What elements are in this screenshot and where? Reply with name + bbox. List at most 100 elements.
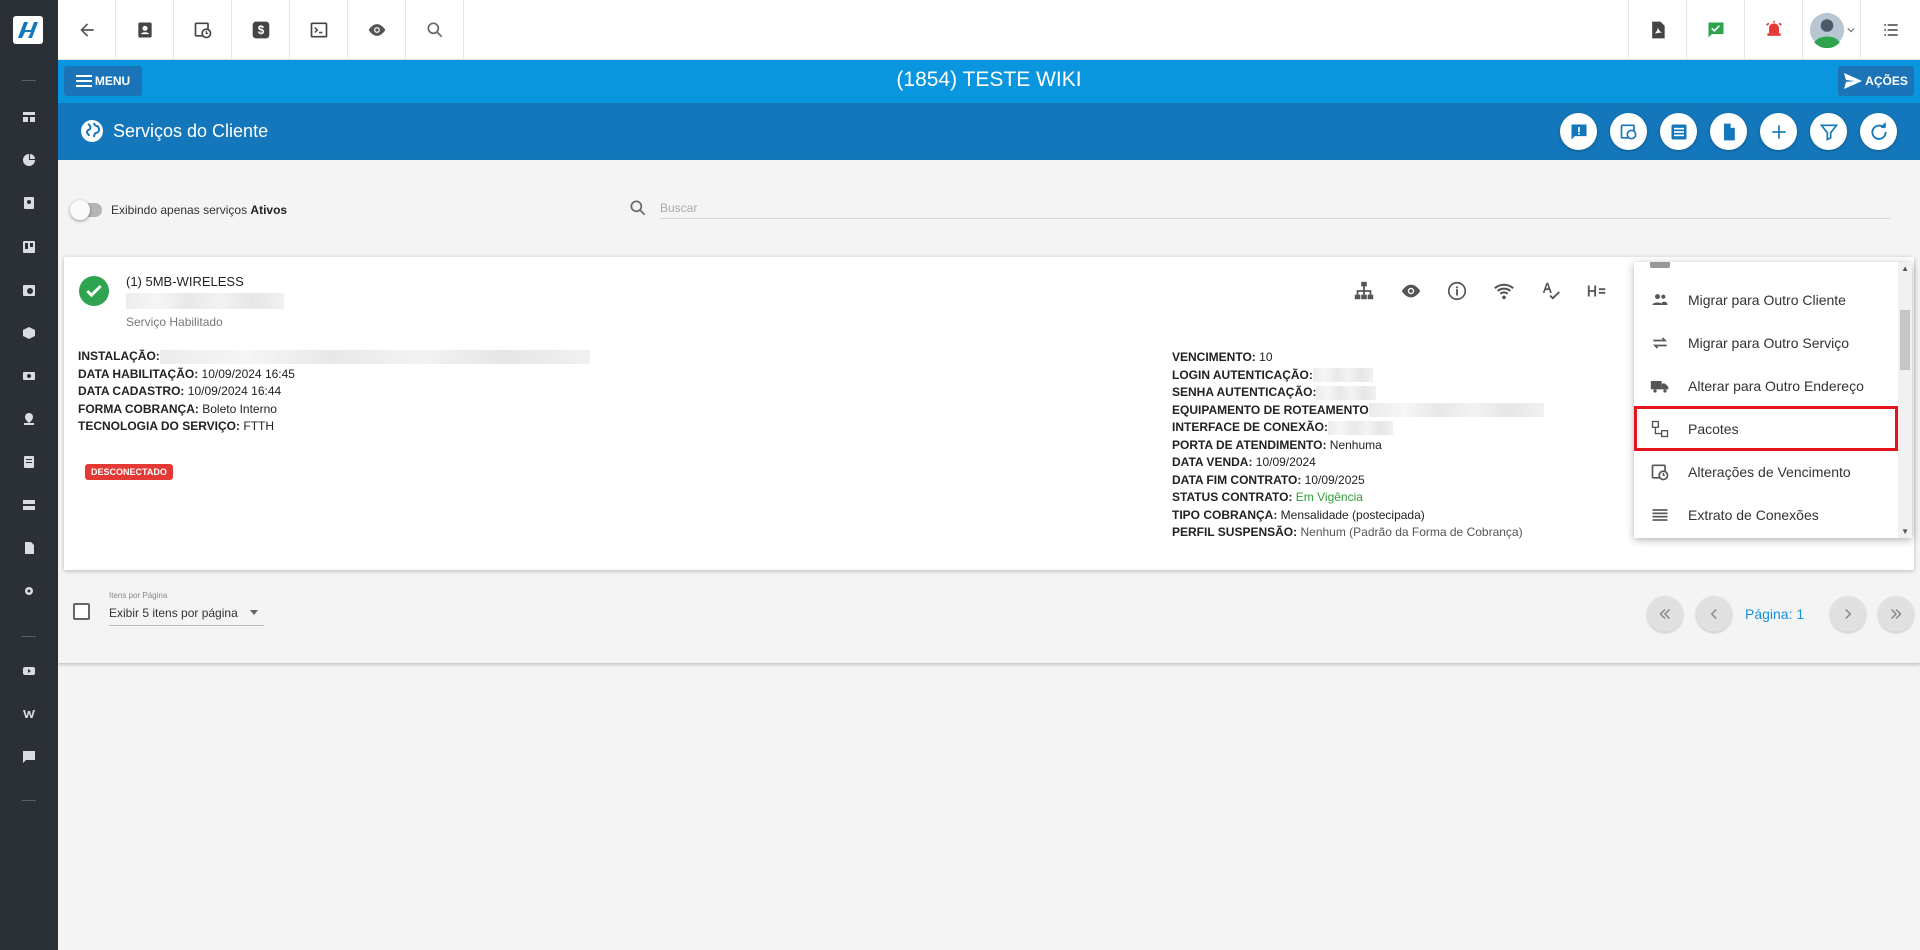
section-header: Serviços do Cliente — [58, 103, 1920, 160]
sidebar-wiki-icon[interactable] — [0, 704, 58, 724]
view-button[interactable] — [348, 0, 406, 60]
alarm-button[interactable] — [1744, 0, 1802, 60]
top-toolbar: $ — [58, 0, 1920, 60]
filter-icon — [1819, 124, 1838, 141]
heading-list-icon[interactable] — [1585, 279, 1609, 303]
scroll-down-icon[interactable]: ▼ — [1901, 527, 1909, 536]
search-icon — [630, 200, 646, 216]
network-tree-icon[interactable] — [1352, 279, 1376, 303]
schedule-service-button[interactable] — [1610, 113, 1647, 150]
sidebar-kanban-icon[interactable] — [0, 237, 58, 257]
chevron-right-icon — [1845, 608, 1852, 620]
sidebar-map-pin-icon[interactable] — [0, 409, 58, 429]
schedule-button[interactable] — [174, 0, 232, 60]
field-row: DATA CADASTRO: 10/09/2024 16:44 — [78, 384, 282, 398]
last-page-button[interactable] — [1878, 596, 1914, 632]
scroll-up-icon[interactable]: ▲ — [1901, 264, 1909, 273]
field-row: STATUS CONTRATO: Em Vigência — [1172, 490, 1363, 504]
menu-item-migrate-client[interactable]: Migrar para Outro Cliente — [1634, 278, 1898, 321]
arrow-left-icon — [79, 23, 94, 37]
list-alt-icon — [1671, 124, 1686, 139]
refresh-button[interactable] — [1860, 113, 1897, 150]
dollar-icon: $ — [252, 21, 269, 39]
select-all-checkbox[interactable] — [73, 603, 90, 620]
sidebar-chat-icon[interactable] — [0, 747, 58, 767]
active-only-toggle[interactable] — [70, 200, 102, 220]
menu-item-migrate-service[interactable]: Migrar para Outro Serviço — [1634, 321, 1898, 364]
alert-button[interactable] — [1560, 113, 1597, 150]
back-button[interactable] — [58, 0, 116, 60]
terminal-icon — [310, 22, 327, 38]
pdf-button[interactable] — [1628, 0, 1686, 60]
user-menu-button[interactable] — [1802, 0, 1860, 60]
field-row: EQUIPAMENTO DE ROTEAMENTO — [1172, 402, 1544, 420]
field-row: SENHA AUTENTICAÇÃO: — [1172, 384, 1544, 402]
add-service-button[interactable] — [1760, 113, 1797, 150]
prev-page-button[interactable] — [1696, 596, 1732, 632]
filter-button[interactable] — [1810, 113, 1847, 150]
sidebar-contacts-icon[interactable] — [0, 193, 58, 213]
info-icon[interactable] — [1445, 279, 1469, 303]
app-logo[interactable] — [13, 16, 43, 44]
plus-icon — [1771, 124, 1786, 139]
field-row: INTERFACE DE CONEXÃO: — [1172, 419, 1544, 437]
field-row: LOGIN AUTENTICAÇÃO: — [1172, 367, 1544, 385]
perpage-select[interactable]: Exibir 5 itens por página — [109, 604, 264, 626]
calendar-clock-icon — [1620, 124, 1636, 139]
field-row: DATA VENDA: 10/09/2024 — [1172, 455, 1316, 469]
actions-button[interactable]: AÇÕES — [1838, 66, 1914, 96]
field-row: TIPO COBRANÇA: Mensalidade (postecipada) — [1172, 507, 1425, 522]
search-input[interactable] — [660, 197, 1890, 219]
tasks-button[interactable] — [1686, 0, 1744, 60]
sidebar-calendar-icon[interactable] — [0, 280, 58, 300]
field-row: INSTALAÇÃO: — [78, 348, 590, 366]
sidebar-video-icon[interactable] — [0, 661, 58, 681]
eye-icon[interactable] — [1399, 279, 1423, 303]
terminal-button[interactable] — [290, 0, 348, 60]
check-chat-icon — [1708, 22, 1723, 38]
truck-icon — [1648, 374, 1672, 398]
status-check-icon — [79, 276, 109, 306]
swap-icon — [1648, 331, 1672, 355]
document-icon — [1723, 123, 1735, 140]
list-view-button[interactable] — [1660, 113, 1697, 150]
sidebar-money-icon[interactable] — [0, 366, 58, 386]
caret-down-icon — [250, 610, 258, 615]
menu-item-due-date-changes[interactable]: Alterações de Vencimento — [1634, 450, 1898, 493]
redacted-address — [126, 293, 284, 309]
sidebar-chart-icon[interactable] — [0, 150, 58, 170]
menu-item-connection-log[interactable]: Extrato de Conexões — [1634, 493, 1898, 536]
contacts-button[interactable] — [116, 0, 174, 60]
financial-button[interactable]: $ — [232, 0, 290, 60]
sidebar-dashboard-icon[interactable] — [0, 107, 58, 127]
sidebar-settings-icon[interactable] — [0, 581, 58, 601]
first-page-button[interactable] — [1647, 596, 1683, 632]
people-icon — [1648, 288, 1672, 312]
partial-item-icon — [1650, 262, 1670, 268]
refresh-icon — [1870, 121, 1887, 140]
sidebar-server-icon[interactable] — [0, 495, 58, 515]
client-title-bar: MENU (1854) TESTE WIKI AÇÕES — [58, 60, 1920, 103]
list-menu-button[interactable] — [1860, 0, 1920, 60]
service-name: (1) 5MB-WIRELESS — [126, 274, 244, 289]
wifi-icon[interactable] — [1492, 279, 1516, 303]
list-icon — [1648, 503, 1672, 527]
message-alert-icon — [1571, 124, 1586, 139]
sidebar-file-icon[interactable] — [0, 538, 58, 558]
status-badge: DESCONECTADO — [85, 464, 173, 480]
field-row: PERFIL SUSPENSÃO: Nenhum (Padrão da Form… — [1172, 525, 1523, 539]
next-page-button[interactable] — [1830, 596, 1866, 632]
sidebar-document-icon[interactable] — [0, 452, 58, 472]
sidebar-box-icon[interactable] — [0, 323, 58, 343]
toggle-label: Exibindo apenas serviços Ativos — [111, 203, 288, 217]
spellcheck-icon[interactable] — [1539, 279, 1563, 303]
client-title: (1854) TESTE WIKI — [896, 68, 1082, 91]
field-row: PORTA DE ATENDIMENTO: Nenhuma — [1172, 437, 1382, 452]
search-button[interactable] — [406, 0, 464, 60]
service-status: Serviço Habilitado — [126, 315, 223, 329]
document-button[interactable] — [1710, 113, 1747, 150]
menu-item-change-address[interactable]: Alterar para Outro Endereço — [1634, 364, 1898, 407]
pdf-file-icon — [1651, 21, 1665, 39]
dropdown-scrollbar[interactable]: ▲ ▼ — [1898, 262, 1912, 538]
scrollbar-thumb[interactable] — [1900, 310, 1910, 370]
